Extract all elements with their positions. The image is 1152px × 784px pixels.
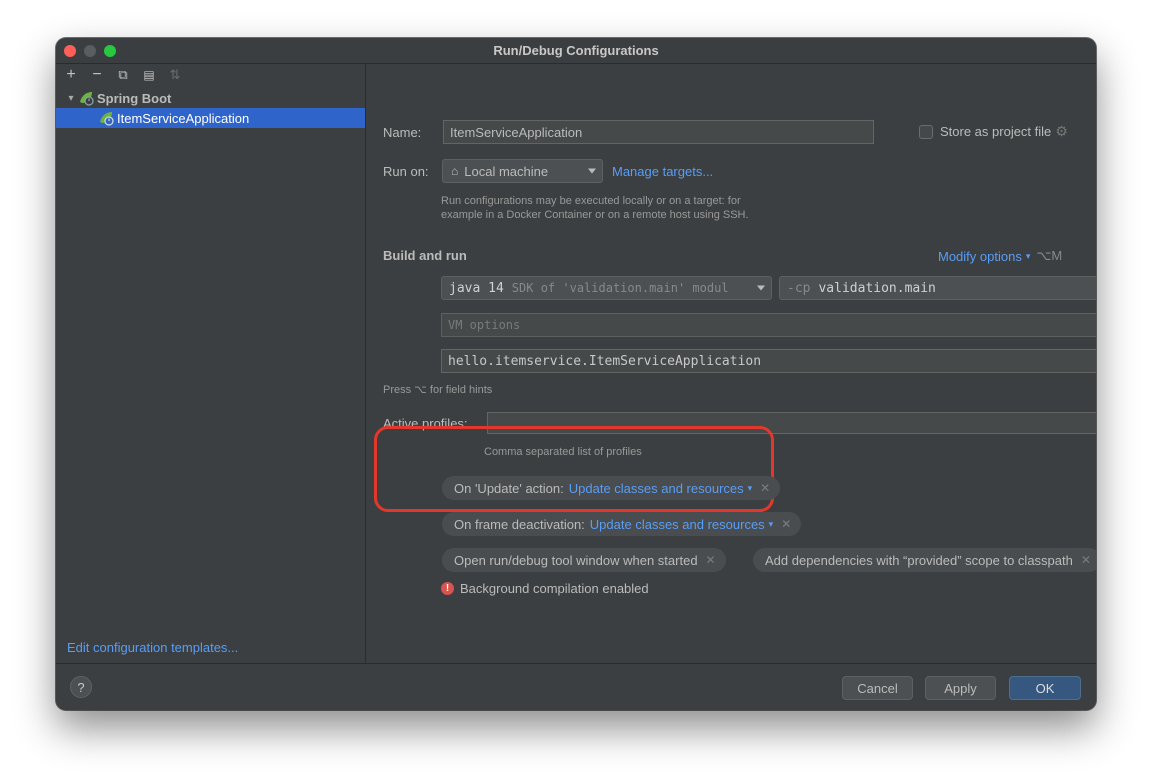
store-as-project-file[interactable]: Store as project file ⚙ (919, 123, 1068, 140)
spring-boot-run-icon (100, 112, 114, 126)
add-dependencies-label: Add dependencies with “provided” scope t… (765, 552, 1073, 568)
on-update-action-option[interactable]: On 'Update' action: Update classes and r… (442, 476, 781, 500)
remove-option-icon[interactable]: ✕ (1081, 553, 1091, 567)
chevron-down-icon (588, 168, 596, 174)
open-tool-window-option[interactable]: Open run/debug tool window when started … (442, 548, 726, 572)
chevron-down-icon: ▾ (1025, 250, 1031, 261)
configuration-form: Name: ItemServiceApplication Store as pr… (367, 64, 1096, 663)
title-bar: Run/Debug Configurations (56, 38, 1096, 64)
chevron-down-icon (757, 285, 765, 291)
open-tool-window-label: Open run/debug tool window when started (454, 552, 698, 568)
remove-option-icon[interactable]: ✕ (781, 517, 791, 531)
modify-options-link[interactable]: Modify options (938, 249, 1022, 264)
run-on-select[interactable]: ⌂ Local machine (442, 159, 603, 183)
store-as-project-file-label: Store as project file (940, 124, 1052, 139)
tree-group-spring-boot[interactable]: ▾ Spring Boot (56, 88, 365, 108)
configurations-toolbar: + − ⧉ ▤ ⇅ (56, 64, 365, 86)
apply-button[interactable]: Apply (925, 676, 996, 700)
chevron-down-icon[interactable]: ▾ (748, 483, 753, 494)
jdk-description: SDK of 'validation.main' modul (511, 281, 729, 295)
cancel-button[interactable]: Cancel (842, 676, 913, 700)
classpath-select[interactable]: -cp validation.main (779, 276, 1096, 300)
window-title: Run/Debug Configurations (493, 43, 659, 58)
vm-options-field[interactable]: VM options ▤ ⤢ (441, 313, 1096, 337)
main-class-value: hello.itemservice.ItemServiceApplication (448, 353, 762, 369)
edit-configuration-templates-link[interactable]: Edit configuration templates... (67, 640, 238, 655)
on-frame-deactivation-option[interactable]: On frame deactivation: Update classes an… (442, 512, 802, 536)
remove-option-icon[interactable]: ✕ (706, 553, 716, 567)
background-compilation-warning: ! Background compilation enabled (441, 581, 649, 596)
run-on-hint-line-2: example in a Docker Container or on a re… (441, 209, 749, 221)
build-and-run-title: Build and run (383, 248, 467, 263)
background-compilation-text: Background compilation enabled (460, 581, 649, 596)
modify-options-shortcut: ⌥M (1036, 248, 1063, 263)
configurations-tree: ▾ Spring Boot ItemServiceApplication (56, 88, 365, 128)
zoom-window-button[interactable] (104, 45, 116, 57)
copy-icon[interactable]: ⧉ (114, 66, 132, 84)
help-button[interactable]: ? (70, 676, 92, 698)
configurations-panel: + − ⧉ ▤ ⇅ ▾ Spring Boot ItemServiceAppli… (56, 64, 366, 663)
remove-option-icon[interactable]: ✕ (760, 481, 770, 495)
minimize-window-button[interactable] (84, 45, 96, 57)
classpath-module: validation.main (818, 280, 936, 296)
on-update-action-label: On 'Update' action: (454, 480, 564, 496)
name-value: ItemServiceApplication (450, 124, 583, 140)
minus-icon[interactable]: − (88, 66, 106, 84)
plus-icon[interactable]: + (62, 66, 80, 84)
name-field[interactable]: ItemServiceApplication (443, 120, 874, 144)
vm-options-placeholder: VM options (448, 318, 521, 332)
dialog-button-bar: ? Cancel Apply OK (56, 663, 1096, 710)
manage-targets-link[interactable]: Manage targets... (612, 164, 713, 179)
spring-boot-icon (80, 92, 94, 106)
on-frame-deactivation-label: On frame deactivation: (454, 516, 585, 532)
run-on-value: Local machine (464, 163, 549, 179)
run-on-label: Run on: (383, 164, 429, 179)
tree-item-label: ItemServiceApplication (117, 110, 250, 126)
field-hints-text: Press ⌥ for field hints (383, 384, 493, 396)
chevron-down-icon[interactable]: ▾ (64, 93, 78, 104)
gear-icon[interactable]: ⚙ (1055, 123, 1068, 140)
jdk-version: java 14 (449, 280, 504, 296)
ok-button[interactable]: OK (1009, 676, 1081, 700)
run-on-hint-line-1: Run configurations may be executed local… (441, 195, 741, 207)
sort-icon[interactable]: ⇅ (166, 66, 184, 84)
store-as-project-file-checkbox[interactable] (919, 124, 933, 139)
main-class-field[interactable]: hello.itemservice.ItemServiceApplication… (441, 349, 1096, 373)
modify-options-menu[interactable]: Modify options ▾ ⌥M (938, 248, 1062, 264)
classpath-prefix: -cp (787, 280, 811, 296)
on-frame-deactivation-value[interactable]: Update classes and resources (590, 517, 765, 532)
tree-item-itemserviceapplication[interactable]: ItemServiceApplication (56, 108, 365, 128)
add-dependencies-option[interactable]: Add dependencies with “provided” scope t… (753, 548, 1096, 572)
folder-add-icon[interactable]: ▤ (140, 66, 158, 84)
tree-group-label: Spring Boot (97, 90, 172, 106)
name-label: Name: (383, 125, 422, 140)
chevron-down-icon[interactable]: ▾ (769, 519, 774, 530)
jdk-select[interactable]: java 14 SDK of 'validation.main' modul (441, 276, 772, 300)
window-controls (64, 45, 116, 57)
close-window-button[interactable] (64, 45, 76, 57)
error-icon: ! (441, 582, 454, 595)
run-debug-dialog: Run/Debug Configurations + − ⧉ ▤ ⇅ ▾ Spr… (56, 38, 1096, 710)
home-icon: ⌂ (451, 164, 459, 178)
on-update-action-value[interactable]: Update classes and resources (569, 481, 744, 496)
